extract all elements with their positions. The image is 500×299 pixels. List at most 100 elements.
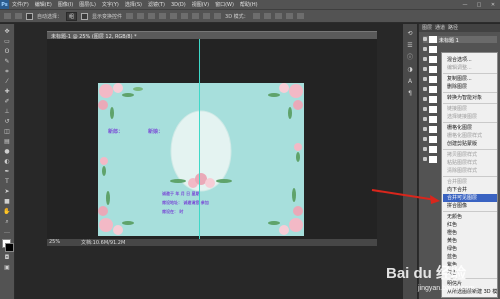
menu-item-clear-layer-style[interactable]: 清除图层样式 [443,167,497,175]
menu-item-orange[interactable]: 橙色 [443,229,497,237]
shape-tool-icon[interactable]: ■ [3,198,11,205]
menu-item-delete-layer[interactable]: 删除图层 [443,83,497,91]
close-button[interactable]: ✕ [486,2,500,8]
more-tools-icon[interactable]: … [3,228,11,235]
history-panel-icon[interactable]: ⟲ [406,30,414,37]
screen-mode-icon[interactable]: ▣ [3,264,11,271]
tab-paths[interactable]: 路径 [448,24,458,32]
menu-item-no-color[interactable]: 无颜色 [443,213,497,221]
eraser-tool-icon[interactable]: ◫ [3,128,11,135]
background-color-swatch[interactable] [5,243,14,252]
hand-tool-icon[interactable]: ✋ [3,208,11,215]
menu-item-merge-down[interactable]: 向下合并 [443,186,497,194]
menu-item-flatten-image[interactable]: 拼合图像 [443,202,497,210]
menu-layer[interactable]: 图层(L) [76,1,99,8]
dodge-tool-icon[interactable]: ◐ [3,158,11,165]
eye-icon[interactable] [423,107,427,111]
adjustments-panel-icon[interactable]: ◑ [406,66,414,73]
clone-stamp-icon[interactable]: ⊥ [3,108,11,115]
zoom-level[interactable]: 25% [49,239,60,245]
3d-rotate-icon[interactable] [252,13,260,19]
3d-pan-icon[interactable] [274,13,282,19]
move-tool-icon[interactable] [4,13,11,19]
menu-file[interactable]: 文件(F) [9,1,32,8]
properties-panel-icon[interactable]: ☰ [406,42,414,49]
zoom-tool-icon[interactable]: ⌕ [3,218,11,225]
eye-icon[interactable] [423,47,427,51]
menu-select[interactable]: 选择(S) [122,1,145,8]
eye-icon[interactable] [423,67,427,71]
crop-tool-icon[interactable]: ⌗ [3,68,11,75]
menu-edit[interactable]: 编辑(E) [32,1,55,8]
quick-select-tool-icon[interactable]: ✎ [3,58,11,65]
gradient-tool-icon[interactable]: ▤ [3,138,11,145]
quick-mask-icon[interactable]: ◘ [3,254,11,261]
align-bottom-icon[interactable] [148,13,156,19]
menu-item-create-clipping-mask[interactable]: 创建剪贴蒙版 [443,140,497,148]
menu-view[interactable]: 视图(V) [189,1,212,8]
menu-item-copy-layer-style[interactable]: 拷贝图层样式 [443,151,497,159]
history-brush-icon[interactable]: ↺ [3,118,11,125]
menu-item-link-layers[interactable]: 链接图层 [443,105,497,113]
menu-item-green[interactable]: 绿色 [443,245,497,253]
align-right-icon[interactable] [181,13,189,19]
show-transform-checkbox[interactable] [81,12,89,20]
menu-filter[interactable]: 滤镜(T) [145,1,168,8]
move-tool-icon[interactable]: ✥ [3,28,11,35]
menu-item-red[interactable]: 红色 [443,221,497,229]
eye-icon[interactable] [423,37,427,41]
menu-image[interactable]: 图像(I) [55,1,76,8]
lasso-tool-icon[interactable]: ʘ [3,48,11,55]
info-panel-icon[interactable]: ⓘ [406,54,414,61]
minimize-button[interactable]: — [458,2,472,8]
3d-roll-icon[interactable] [263,13,271,19]
vertical-guide[interactable] [199,39,200,246]
menu-type[interactable]: 文字(Y) [99,1,122,8]
eye-icon[interactable] [423,57,427,61]
menu-item-blending-options[interactable]: 混合选项... [443,56,497,64]
path-select-icon[interactable]: ➤ [3,188,11,195]
menu-help[interactable]: 帮助(H) [237,1,261,8]
eye-icon[interactable] [423,157,427,161]
align-top-icon[interactable] [126,13,134,19]
eye-icon[interactable] [423,77,427,81]
menu-item-rasterize-layer[interactable]: 栅格化图层 [443,124,497,132]
type-tool-icon[interactable]: T [3,178,11,185]
maximize-button[interactable]: □ [472,2,486,8]
distribute-icon-3[interactable] [214,13,222,19]
healing-brush-icon[interactable]: ✚ [3,88,11,95]
menu-window[interactable]: 窗口(W) [212,1,237,8]
tool-preset-icon[interactable] [15,13,22,19]
auto-select-checkbox[interactable] [26,12,33,20]
menu-item-merge-layers[interactable]: 合并图层 [443,178,497,186]
brush-tool-icon[interactable]: ✐ [3,98,11,105]
blur-tool-icon[interactable]: ● [3,148,11,155]
menu-item-blue[interactable]: 蓝色 [443,253,497,261]
marquee-tool-icon[interactable]: ▭ [3,38,11,45]
pen-tool-icon[interactable]: ✒ [3,168,11,175]
layer-row-selected[interactable]: 未标题 1 [423,36,497,44]
auto-select-dropdown[interactable]: 组 [66,11,78,21]
eye-icon[interactable] [423,117,427,121]
eye-icon[interactable] [423,147,427,151]
artboard[interactable]: 新郎： 新娘： 诚邀于 年 月 日 星期 席设地址： 诚邀请您 参加 席设在： … [98,83,304,236]
menu-item-select-linked[interactable]: 选择链接图层 [443,113,497,121]
menu-item-yellow[interactable]: 黄色 [443,237,497,245]
eye-icon[interactable] [423,97,427,101]
align-center-icon[interactable] [170,13,178,19]
3d-scale-icon[interactable] [296,13,304,19]
menu-item-rasterize-style[interactable]: 栅格化图层样式 [443,132,497,140]
menu-item-edit-adjustment[interactable]: 编辑调整... [443,64,497,72]
3d-slide-icon[interactable] [285,13,293,19]
distribute-icon-2[interactable] [203,13,211,19]
tab-channels[interactable]: 通道 [435,24,445,32]
tab-layers[interactable]: 图层 [422,24,432,32]
eye-icon[interactable] [423,137,427,141]
character-panel-icon[interactable]: A [406,78,414,85]
eye-icon[interactable] [423,127,427,131]
align-left-icon[interactable] [159,13,167,19]
menu-item-duplicate-layer[interactable]: 复制图层... [443,75,497,83]
menu-item-merge-visible[interactable]: 合并可见图层 [443,194,497,202]
menu-3d[interactable]: 3D(D) [168,2,189,8]
menu-item-convert-smart-object[interactable]: 转换为智能对象 [443,94,497,102]
